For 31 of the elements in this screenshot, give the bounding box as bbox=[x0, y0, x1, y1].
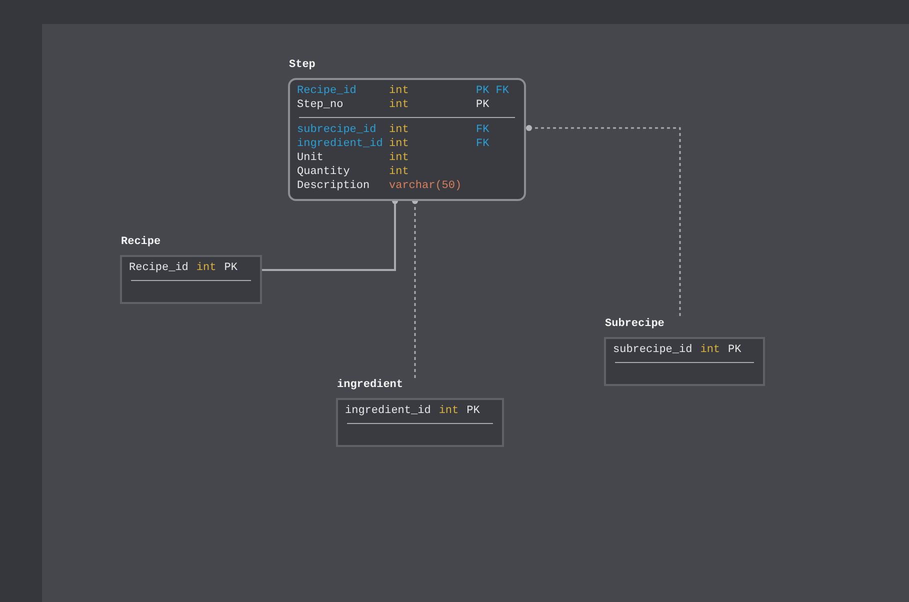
column-type: int bbox=[389, 165, 410, 179]
key-label: PK FK bbox=[476, 84, 510, 98]
key-label: PK bbox=[224, 261, 238, 275]
column-type: int bbox=[389, 151, 410, 165]
column-name: Description bbox=[297, 179, 371, 193]
column-name: Unit bbox=[297, 151, 324, 165]
key-label: FK bbox=[476, 137, 490, 151]
column-name: Step_no bbox=[297, 98, 344, 112]
column-type: int bbox=[196, 261, 216, 275]
column-type: int bbox=[389, 84, 410, 98]
key-label: PK bbox=[476, 98, 490, 112]
key-label: PK bbox=[728, 343, 742, 357]
column-name: Recipe_id bbox=[129, 261, 188, 275]
column-type: int bbox=[389, 137, 410, 151]
column-type: int bbox=[389, 98, 410, 112]
table-title: Recipe bbox=[120, 236, 162, 249]
table-title: Subrecipe bbox=[604, 318, 666, 331]
column-name: ingredient_id bbox=[345, 404, 431, 418]
column-name: Recipe_id bbox=[297, 84, 358, 98]
column-type: int bbox=[700, 343, 720, 357]
table-title: ingredient bbox=[336, 379, 404, 392]
key-label: FK bbox=[476, 123, 490, 137]
table-title: Step bbox=[288, 59, 316, 72]
column-name: subrecipe_id bbox=[613, 343, 692, 357]
column-name: subrecipe_id bbox=[297, 123, 378, 137]
column-type: int bbox=[438, 404, 459, 418]
column-type: varchar(50) bbox=[389, 179, 463, 193]
key-label: PK bbox=[466, 404, 480, 418]
column-type: int bbox=[389, 123, 410, 137]
column-name: ingredient_id bbox=[297, 137, 384, 151]
column-name: Quantity bbox=[297, 165, 351, 179]
